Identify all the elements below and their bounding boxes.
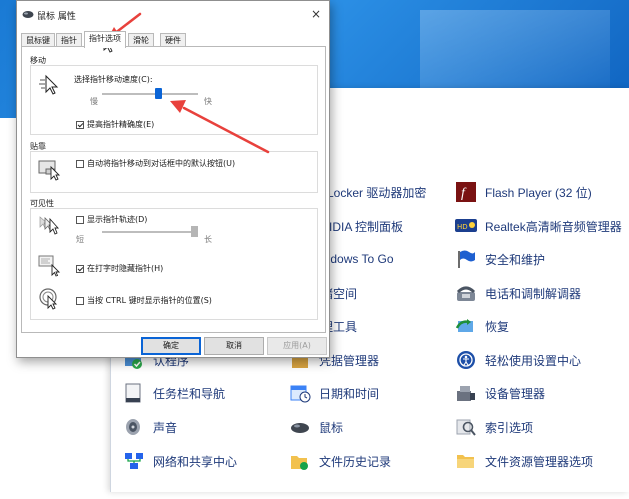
speed-label: 选择指针移动速度(C): (74, 75, 153, 84)
device-manager-icon (457, 386, 475, 401)
cp-item-nvidia[interactable]: VIDIA 控制面板 (321, 214, 403, 238)
network-icon (125, 453, 143, 469)
mouse-properties-dialog: 鼠标 属性 × 鼠标键 指针 指针选项 滑轮 硬件 移动 选择指针移动速度(C)… (16, 0, 330, 358)
flash-player-icon: f (456, 182, 476, 202)
ctrl-locate-label: 当按 CTRL 键时显示指针的位置(S) (87, 296, 212, 305)
recovery-icon (455, 319, 473, 332)
cp-item-phone-modem[interactable]: 电话和调制解调器 (455, 281, 581, 305)
speed-slider-track[interactable] (102, 93, 198, 95)
dialog-title: 鼠标 属性 (37, 12, 76, 22)
tab-pointer-options[interactable]: 指针选项 (84, 31, 126, 48)
cp-item-label: 鼠标 (319, 420, 344, 435)
cp-item-security-maintenance[interactable]: 安全和维护 (455, 247, 545, 271)
hide-while-typing-icon (38, 255, 61, 277)
cp-item-mouse[interactable]: 鼠标 (289, 415, 343, 439)
indexing-icon (456, 419, 476, 436)
tab-panel-pointer-options: 移动 选择指针移动速度(C): 慢 快 提高指针精确度(E) 贴靠 自动将指针移… (21, 46, 326, 333)
cp-item-device-manager[interactable]: 设备管理器 (455, 381, 545, 405)
taskbar-icon (125, 383, 141, 403)
tab-hardware[interactable]: 硬件 (160, 33, 186, 47)
speed-slider-thumb[interactable] (155, 88, 163, 99)
cp-item-label: 设备管理器 (485, 386, 546, 401)
snap-to-checkbox[interactable] (76, 159, 84, 168)
slow-label: 慢 (90, 97, 98, 106)
cancel-button[interactable]: 取消 (204, 337, 264, 355)
precision-checkbox[interactable] (76, 120, 84, 129)
cp-item-label: 电话和调制解调器 (485, 286, 582, 301)
pointer-trails-icon (39, 216, 60, 235)
cp-item-network-sharing[interactable]: 网络和共享中心 (123, 449, 237, 473)
ok-button[interactable]: 确定 (141, 337, 201, 355)
cp-item-label: 索引选项 (485, 420, 534, 435)
pointer-speed-icon (39, 74, 59, 95)
cp-item-label: 轻松使用设置中心 (485, 353, 582, 368)
date-time-icon (290, 385, 311, 403)
long-label: 长 (204, 235, 212, 244)
ctrl-locate-checkbox[interactable] (76, 296, 84, 305)
hide-while-typing-row[interactable]: 在打字时隐藏指针(H) (76, 263, 163, 274)
cp-item-label: 文件历史记录 (319, 454, 392, 469)
cp-item-label: 安全和维护 (485, 252, 546, 267)
trail-length-slider-track[interactable] (102, 231, 198, 233)
trails-checkbox[interactable] (76, 215, 84, 224)
cp-item-file-explorer-options[interactable]: 文件资源管理器选项 (455, 449, 593, 473)
cp-item-file-history[interactable]: 文件历史记录 (289, 449, 391, 473)
phone-icon (456, 286, 476, 301)
dialog-titlebar: 鼠标 属性 × (17, 1, 329, 27)
svg-text:HD: HD (457, 223, 468, 231)
close-button[interactable]: × (309, 7, 323, 21)
mouse-icon (22, 11, 34, 18)
cp-item-bitlocker[interactable]: itLocker 驱动器加密 (321, 180, 426, 204)
cp-item-recovery[interactable]: 恢复 (455, 314, 509, 338)
ease-of-access-icon (457, 351, 475, 369)
flag-icon (458, 250, 475, 268)
tab-buttons[interactable]: 鼠标键 (21, 33, 55, 47)
cp-item-label: 网络和共享中心 (153, 454, 238, 469)
cp-item-realtek[interactable]: HD Realtek高清晰音频管理器 (455, 214, 622, 238)
cp-item-date-time[interactable]: 日期和时间 (289, 381, 379, 405)
cp-item-label: 恢复 (485, 319, 510, 334)
short-label: 短 (76, 235, 84, 244)
ctrl-locate-row[interactable]: 当按 CTRL 键时显示指针的位置(S) (76, 295, 212, 306)
cp-item-label: 声音 (153, 420, 178, 435)
snap-to-label: 自动将指针移动到对话框中的默认按钮(U) (87, 159, 236, 168)
cp-item-sound[interactable]: 声音 (123, 415, 177, 439)
trails-label: 显示指针轨迹(D) (87, 215, 148, 224)
fast-label: 快 (204, 97, 212, 106)
hide-while-typing-label: 在打字时隐藏指针(H) (87, 264, 164, 273)
precision-checkbox-row[interactable]: 提高指针精确度(E) (76, 119, 154, 130)
cp-item-label: 日期和时间 (319, 386, 380, 401)
cp-item-label: 文件资源管理器选项 (485, 454, 594, 469)
apply-button[interactable]: 应用(A) (267, 337, 327, 355)
tab-wheel[interactable]: 滑轮 (128, 33, 154, 47)
hide-while-typing-checkbox[interactable] (76, 264, 84, 273)
cp-item-label: indows To Go (321, 252, 394, 266)
cp-item-taskbar-navigation[interactable]: 任务栏和导航 (123, 381, 225, 405)
cp-item-ease-of-access[interactable]: 轻松使用设置中心 (455, 348, 581, 372)
cp-item-windows-to-go[interactable]: indows To Go (321, 247, 394, 271)
snap-to-icon (38, 160, 61, 181)
cp-item-indexing[interactable]: 索引选项 (455, 415, 533, 439)
cp-item-label: Realtek高清晰音频管理器 (485, 219, 622, 234)
snap-to-checkbox-row[interactable]: 自动将指针移动到对话框中的默认按钮(U) (76, 158, 235, 169)
speaker-icon (126, 419, 140, 435)
trails-checkbox-row[interactable]: 显示指针轨迹(D) (76, 214, 147, 225)
cp-item-label: 任务栏和导航 (153, 386, 226, 401)
cp-item-label: Flash Player (32 位) (485, 185, 592, 200)
precision-label: 提高指针精确度(E) (87, 120, 155, 129)
mouse-icon (291, 423, 309, 433)
cp-item-label: itLocker 驱动器加密 (321, 185, 427, 200)
file-history-icon (291, 456, 308, 470)
realtek-audio-icon: HD (455, 219, 477, 232)
folder-icon (457, 455, 474, 468)
trail-length-slider-thumb[interactable] (191, 226, 198, 237)
cp-item-flash-player[interactable]: f Flash Player (32 位) (455, 180, 592, 204)
tab-pointers[interactable]: 指针 (56, 33, 82, 47)
ctrl-locate-icon (39, 288, 58, 310)
cp-item-label: VIDIA 控制面板 (321, 219, 404, 234)
